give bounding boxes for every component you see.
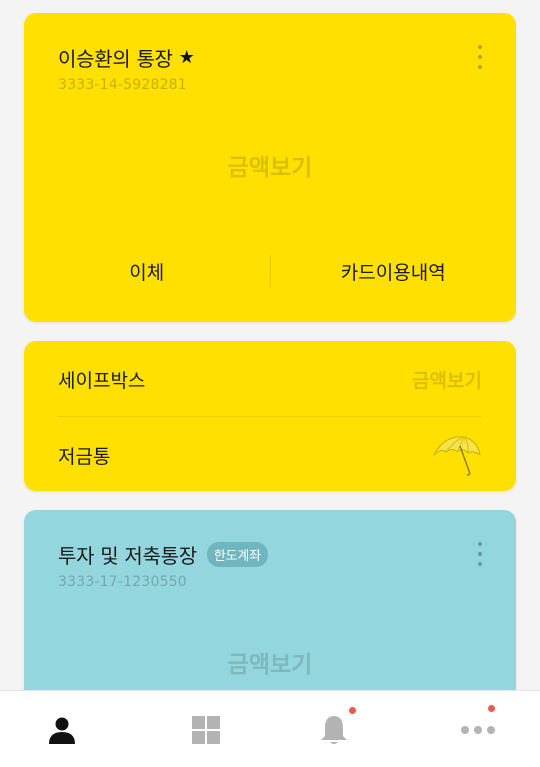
- invest-account-title: 투자 및 저축통장 한도계좌: [58, 540, 268, 569]
- main-account-card[interactable]: 이승환의 통장 ★ 3333-14-5928281 금액보기 이체 카드이용내역: [24, 13, 516, 322]
- limit-account-badge: 한도계좌: [206, 542, 268, 567]
- safebox-row[interactable]: 세이프박스 금액보기: [58, 359, 482, 399]
- umbrella-icon: [433, 436, 481, 476]
- invest-account-title-text: 투자 및 저축통장: [58, 544, 197, 568]
- more-badge: [488, 705, 495, 712]
- account-number: 3333-14-5928281: [58, 77, 187, 93]
- grid-icon: [192, 715, 220, 744]
- star-icon: ★: [178, 46, 195, 68]
- more-vertical-icon[interactable]: [470, 43, 490, 71]
- bottom-nav: [0, 690, 540, 767]
- nav-item-notifications[interactable]: [272, 691, 396, 767]
- safebox-label: 세이프박스: [58, 369, 146, 392]
- account-title: 이승환의 통장 ★: [58, 43, 195, 72]
- nav-item-accounts[interactable]: [0, 691, 144, 767]
- notification-badge: [349, 707, 356, 714]
- invest-account-number: 3333-17-1230550: [58, 574, 187, 590]
- transfer-button[interactable]: 이체: [24, 258, 270, 285]
- piggybank-row[interactable]: 저금통: [58, 435, 482, 476]
- app-screen: 이승환의 통장 ★ 3333-14-5928281 금액보기 이체 카드이용내역…: [0, 0, 540, 767]
- account-actions: 이체 카드이용내역: [24, 253, 516, 289]
- more-horizontal-icon: [461, 725, 495, 734]
- bell-icon: [321, 715, 347, 744]
- nav-item-menu[interactable]: [144, 691, 272, 767]
- safebox-card: 세이프박스 금액보기 저금통: [24, 341, 516, 491]
- person-icon: [49, 717, 75, 744]
- account-title-text: 이승환의 통장: [58, 47, 173, 71]
- safebox-show-amount-button[interactable]: 금액보기: [412, 366, 482, 393]
- safebox-divider: [58, 416, 482, 417]
- piggybank-label: 저금통: [58, 445, 111, 468]
- nav-item-more[interactable]: [396, 691, 540, 767]
- invest-show-amount-button[interactable]: 금액보기: [24, 645, 516, 679]
- card-history-button[interactable]: 카드이용내역: [271, 258, 517, 285]
- more-vertical-icon[interactable]: [470, 540, 490, 568]
- show-amount-button[interactable]: 금액보기: [24, 148, 516, 182]
